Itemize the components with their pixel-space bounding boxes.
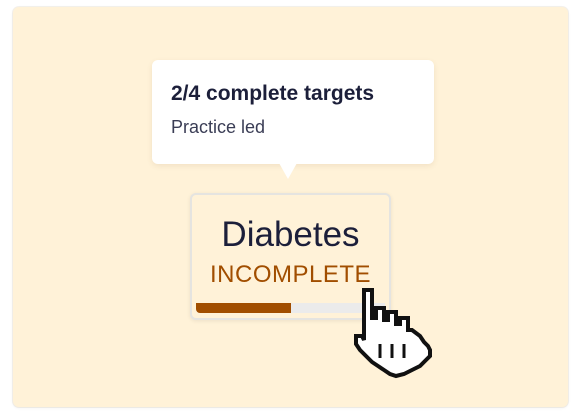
tooltip-title: 2/4 complete targets xyxy=(171,82,375,105)
pointer-hand-icon xyxy=(354,288,432,379)
tooltip: 2/4 complete targets Practice led xyxy=(152,60,434,164)
tooltip-subtitle: Practice led xyxy=(171,117,266,137)
tooltip-arrow xyxy=(279,163,297,179)
card-title: Diabetes xyxy=(221,215,360,254)
progress-bar-fill xyxy=(196,303,291,313)
